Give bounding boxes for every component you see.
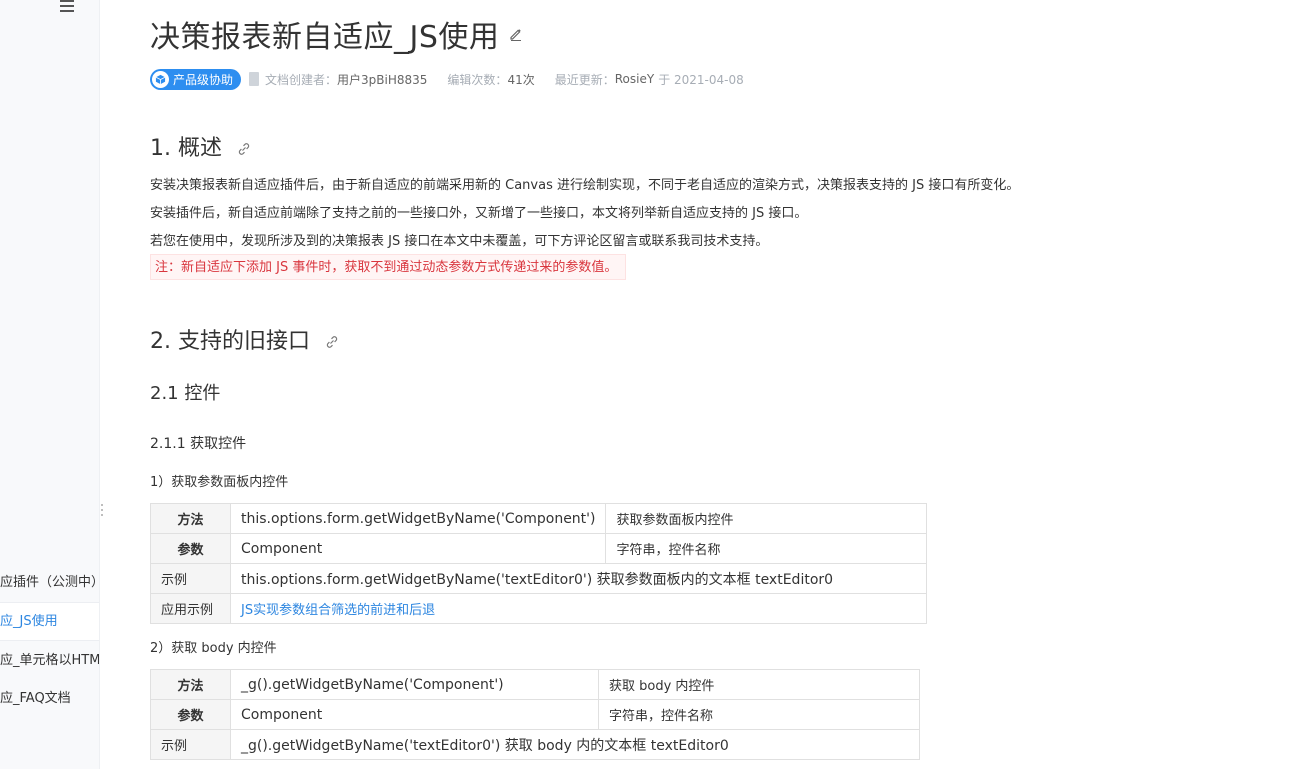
cube-icon (152, 70, 169, 88)
table-desc: 获取参数面板内控件 (605, 503, 928, 534)
table-key: 参数 (150, 533, 231, 564)
table-desc: 获取 body 内控件 (598, 669, 920, 700)
table-row: 方法 _g().getWidgetByName('Component') 获取 … (150, 669, 920, 700)
sidebar-item-js-usage[interactable]: 应_JS使用 (0, 602, 99, 641)
edits-count: 41次 (507, 72, 535, 87)
sidebar-resize-handle[interactable] (100, 504, 106, 520)
subsection-widgets-title: 2.1 控件 (150, 383, 221, 404)
updated-date: 于 2021-04-08 (658, 72, 744, 87)
subsection-get-widgets-title: 2.1.1 获取控件 (150, 436, 247, 452)
table-value: this.options.form.getWidgetByName('textE… (229, 563, 928, 594)
table-key: 方法 (150, 669, 231, 700)
overview-paragraph-2: 安装插件后，新自适应前端除了支持之前的一些接口外，又新增了一些接口，本文将列举新… (150, 206, 808, 221)
table-value: JS实现参数组合筛选的前进和后退 (229, 593, 928, 624)
sidebar-item-faq[interactable]: 应_FAQ文档 (0, 689, 99, 709)
table-row: 示例 _g().getWidgetByName('textEditor0') 获… (150, 729, 920, 760)
creator-name: 用户3pBiH8835 (337, 72, 428, 87)
table-key: 方法 (150, 503, 231, 534)
table-key: 示例 (150, 563, 231, 594)
api-table-body: 方法 _g().getWidgetByName('Component') 获取 … (150, 669, 920, 760)
table-row: 参数 Component 字符串，控件名称 (150, 699, 920, 730)
table-row: 示例 this.options.form.getWidgetByName('te… (150, 563, 928, 594)
sidebar-item-plugin[interactable]: 应插件（公测中） (0, 573, 99, 593)
overview-paragraph-1: 安装决策报表新自适应插件后，由于新自适应的前端采用新的 Canvas 进行绘制实… (150, 178, 1020, 193)
menu-icon[interactable] (60, 0, 76, 14)
creator-label: 文档创建者： (265, 72, 338, 87)
table-key: 应用示例 (150, 593, 231, 624)
link-icon[interactable] (325, 335, 339, 349)
table-value: _g().getWidgetByName('Component') (230, 669, 599, 700)
document-icon (249, 72, 260, 86)
updated-label: 最近更新： (554, 72, 615, 87)
item2-heading: 2）获取 body 内控件 (150, 641, 277, 656)
edits-label: 编辑次数： (447, 72, 508, 87)
section-overview-title: 1. 概述 (150, 136, 222, 161)
edit-icon[interactable] (508, 26, 524, 42)
section-old-api-title: 2. 支持的旧接口 (150, 329, 310, 354)
link-icon[interactable] (237, 142, 251, 156)
table-key: 示例 (150, 729, 231, 760)
left-sidebar: 应插件（公测中） 应_JS使用 应_单元格以HTML 应_FAQ文档 (0, 0, 100, 769)
table-row: 应用示例 JS实现参数组合筛选的前进和后退 (150, 593, 928, 624)
example-link[interactable]: JS实现参数组合筛选的前进和后退 (241, 603, 435, 618)
table-row: 方法 this.options.form.getWidgetByName('Co… (150, 503, 928, 534)
overview-paragraph-3: 若您在使用中，发现所涉及到的决策报表 JS 接口在本文中未覆盖，可下方评论区留言… (150, 234, 769, 249)
badge-label: 产品级协助 (173, 72, 234, 87)
section-old-api-heading: 2. 支持的旧接口 (150, 323, 339, 355)
table-desc: 字符串，控件名称 (605, 533, 928, 564)
warning-note: 注：新自适应下添加 JS 事件时，获取不到通过动态参数方式传递过来的参数值。 (150, 254, 627, 280)
updated-by: RosieY (614, 72, 655, 86)
table-value: _g().getWidgetByName('textEditor0') 获取 b… (230, 729, 920, 760)
section-overview-heading: 1. 概述 (150, 130, 251, 162)
doc-meta: 产品级协助 文档创建者： 用户3pBiH8835 编辑次数： 41次 最近更新：… (150, 68, 744, 90)
table-value: this.options.form.getWidgetByName('Compo… (229, 503, 607, 534)
product-badge[interactable]: 产品级协助 (150, 68, 242, 90)
table-row: 参数 Component 字符串，控件名称 (150, 533, 928, 564)
table-value: Component (229, 533, 607, 564)
table-key: 参数 (150, 699, 231, 730)
api-table-param-panel: 方法 this.options.form.getWidgetByName('Co… (150, 503, 928, 624)
page-title: 决策报表新自适应_JS使用 (150, 20, 500, 55)
sidebar-item-cell-html[interactable]: 应_单元格以HTML (0, 651, 99, 671)
table-desc: 字符串，控件名称 (598, 699, 920, 730)
item1-heading: 1）获取参数面板内控件 (150, 475, 289, 490)
table-value: Component (230, 699, 599, 730)
